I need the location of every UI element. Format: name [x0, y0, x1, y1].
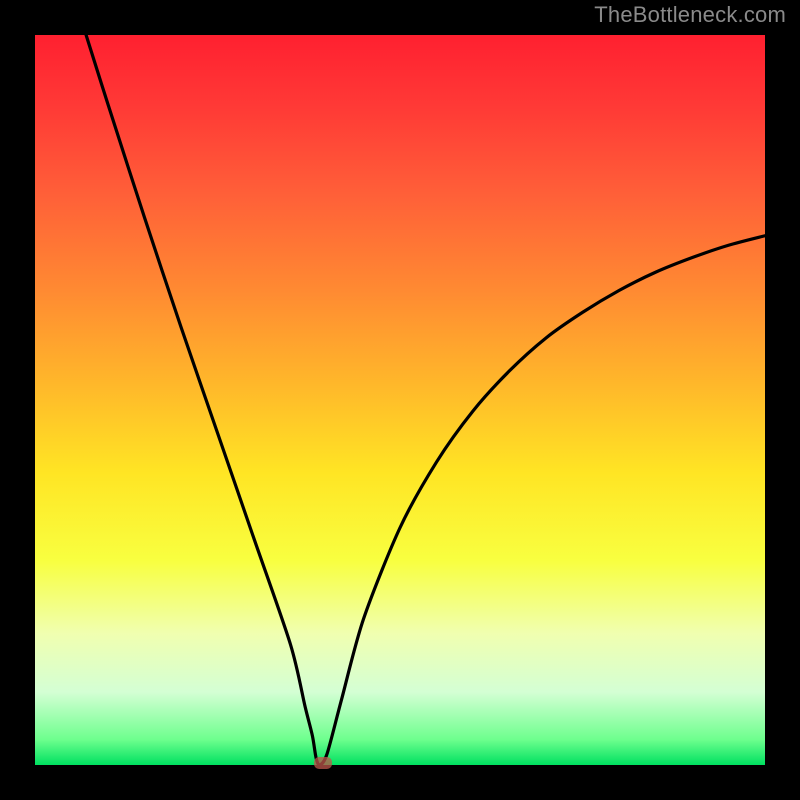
plot-area — [35, 35, 765, 765]
chart-svg — [35, 35, 765, 765]
gradient-background — [35, 35, 765, 765]
optimal-marker — [314, 757, 332, 769]
chart-frame: TheBottleneck.com — [0, 0, 800, 800]
watermark-text: TheBottleneck.com — [594, 2, 786, 28]
